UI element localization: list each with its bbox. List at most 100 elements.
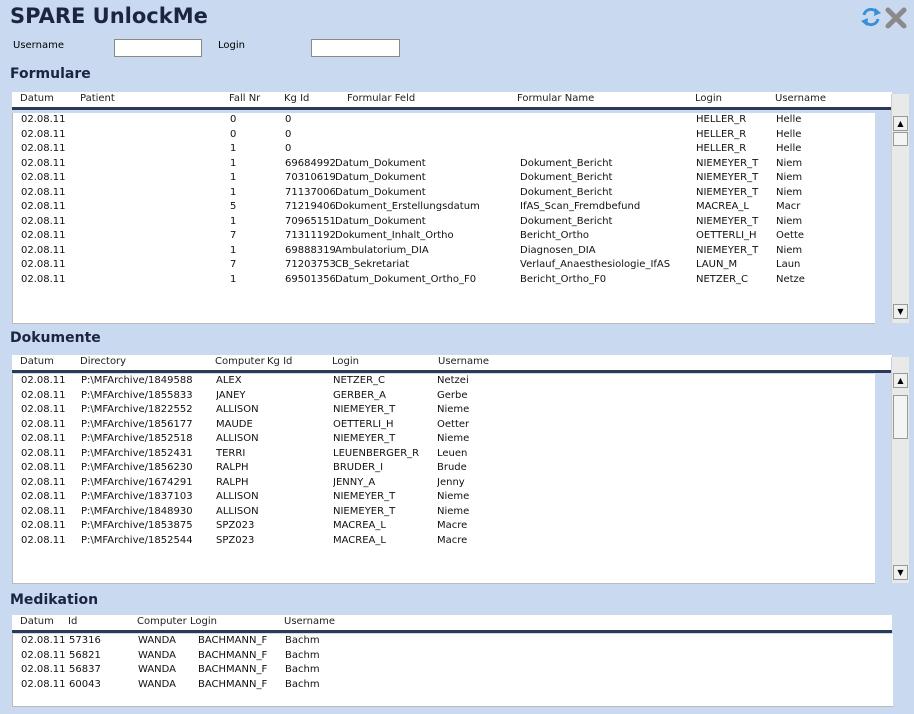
cell-formular-feld: Datum_Dokument_Ortho_F0 <box>335 273 477 285</box>
cell-computer: ALEX <box>216 375 242 386</box>
table-row[interactable]: 02.08.11 P:\MFArchive/1837103 ALLISON NIEME… <box>13 490 875 505</box>
cell-username: Bachm <box>285 664 320 675</box>
col-id[interactable]: Id <box>68 616 77 627</box>
table-row[interactable]: 02.08.11 P:\MFArchive/1852431 TERRI LEUENBE… <box>13 447 875 462</box>
col-patient[interactable]: Patient <box>80 93 115 104</box>
cell-username: Netze <box>776 273 805 285</box>
cell-username: Bachm <box>285 678 320 690</box>
col-username[interactable]: Username <box>775 93 826 104</box>
cell-computer: SPZ023 <box>216 520 255 531</box>
cell-username: Macre <box>437 534 468 546</box>
formulare-scrollbar[interactable]: ▲ ▼ <box>891 94 909 323</box>
col-datum[interactable]: Datum <box>20 616 54 627</box>
scroll-down-button[interactable]: ▼ <box>893 565 908 580</box>
col-datum[interactable]: Datum <box>20 356 54 367</box>
cell-fall-nr: 1 <box>230 186 237 198</box>
table-row[interactable]: 02.08.11 7 71311192 Dokument_Inhalt_Ortho Be… <box>13 229 875 244</box>
table-row[interactable]: 02.08.11 P:\MFArchive/1849588 ALEX NETZER_C… <box>13 374 875 389</box>
login-input[interactable] <box>311 39 400 57</box>
cell-login: NIEMEYER_T <box>333 491 396 502</box>
col-computer[interactable]: Computer <box>215 356 265 367</box>
cell-datum: 02.08.11 <box>21 418 66 430</box>
cell-kg-id: 0 <box>285 114 292 125</box>
table-row[interactable]: 02.08.11 P:\MFArchive/1856177 MAUDE OETTERL… <box>13 418 875 433</box>
table-row[interactable]: 02.08.11 57316 WANDA BACHMANN_F Bachm <box>13 634 893 649</box>
col-directory[interactable]: Directory <box>80 356 126 367</box>
col-username[interactable]: Username <box>284 616 335 627</box>
scroll-thumb[interactable] <box>893 395 908 439</box>
cell-formular-name: Dokument_Bericht <box>520 172 613 183</box>
table-row[interactable]: 02.08.11 P:\MFArchive/1856230 RALPH BRUDER_… <box>13 461 875 476</box>
cell-login: NIEMEYER_T <box>333 404 396 415</box>
table-row[interactable]: 02.08.11 7 71203753 CB_Sekretariat Verlauf_A… <box>13 258 875 273</box>
cell-fall-nr: 1 <box>230 157 237 169</box>
table-row[interactable]: 02.08.11 P:\MFArchive/1822552 ALLISON NIEME… <box>13 403 875 418</box>
table-row[interactable]: 02.08.11 56821 WANDA BACHMANN_F Bachm <box>13 649 893 664</box>
cell-login: HELLER_R <box>696 143 747 154</box>
table-row[interactable]: 02.08.11 1 70310619 Datum_Dokument Dokument_… <box>13 171 875 186</box>
cell-formular-feld: Dokument_Erstellungsdatum <box>335 201 480 212</box>
formulare-list[interactable]: 02.08.11 0 0 HELLER_R Helle 02.08.11 0 0 HELLER_… <box>12 113 875 324</box>
table-row[interactable]: 02.08.11 P:\MFArchive/1852544 SPZ023 MACREA… <box>13 534 875 549</box>
cell-username: Macr <box>776 201 801 212</box>
app-title: SPARE UnlockMe <box>10 4 208 28</box>
cell-datum: 02.08.11 <box>21 664 66 675</box>
scroll-up-button[interactable]: ▲ <box>893 373 908 388</box>
cell-formular-name: Bericht_Ortho <box>520 230 590 241</box>
table-row[interactable]: 02.08.11 60043 WANDA BACHMANN_F Bachm <box>13 678 893 693</box>
table-row[interactable]: 02.08.11 P:\MFArchive/1674291 RALPH JENNY_A… <box>13 476 875 491</box>
table-row[interactable]: 02.08.11 P:\MFArchive/1853875 SPZ023 MACREA… <box>13 519 875 534</box>
cell-login: MACREA_L <box>696 201 749 212</box>
col-login[interactable]: Login <box>695 93 722 104</box>
cell-datum: 02.08.11 <box>21 447 66 459</box>
cell-login: LEUENBERGER_R <box>333 447 420 459</box>
cell-login: NIEMEYER_T <box>333 433 396 444</box>
scroll-down-button[interactable]: ▼ <box>893 304 908 319</box>
table-row[interactable]: 02.08.11 1 71137006 Datum_Dokument Dokument_… <box>13 186 875 201</box>
col-formular-name[interactable]: Formular Name <box>517 93 594 104</box>
cell-kg-id: 69501356 <box>285 273 335 285</box>
table-row[interactable]: 02.08.11 1 69684992 Datum_Dokument Dokument_… <box>13 157 875 172</box>
close-icon[interactable] <box>884 6 908 30</box>
col-kg-id[interactable]: Kg Id <box>267 356 292 367</box>
cell-computer: ALLISON <box>216 491 259 502</box>
table-row[interactable]: 02.08.11 P:\MFArchive/1848930 ALLISON NIEME… <box>13 505 875 520</box>
col-computer[interactable]: Computer <box>137 616 187 627</box>
username-input[interactable] <box>114 39 202 57</box>
table-row[interactable]: 02.08.11 5 71219406 Dokument_Erstellungsdat… <box>13 200 875 215</box>
scroll-thumb[interactable] <box>893 132 908 146</box>
table-row[interactable]: 02.08.11 P:\MFArchive/1855833 JANEY GERBER_… <box>13 389 875 404</box>
table-row[interactable]: 02.08.11 0 0 HELLER_R Helle <box>13 113 875 128</box>
cell-kg-id: 71219406 <box>285 201 335 212</box>
dokumente-list[interactable]: 02.08.11 P:\MFArchive/1849588 ALEX NETZER_C… <box>12 374 875 584</box>
col-login[interactable]: Login <box>332 356 359 367</box>
col-fall-nr[interactable]: Fall Nr <box>229 93 260 104</box>
scroll-up-button[interactable]: ▲ <box>893 116 908 131</box>
table-row[interactable]: 02.08.11 0 0 HELLER_R Helle <box>13 128 875 143</box>
table-row[interactable]: 02.08.11 1 70965151 Datum_Dokument Dokument_… <box>13 215 875 230</box>
col-kg-id[interactable]: Kg Id <box>284 93 309 104</box>
cell-formular-name: Verlauf_Anaesthesiologie_IfAS <box>520 259 671 270</box>
cell-datum: 02.08.11 <box>21 635 66 646</box>
col-datum[interactable]: Datum <box>20 93 54 104</box>
medikation-list[interactable]: 02.08.11 57316 WANDA BACHMANN_F Bachm 02.08.1… <box>12 634 893 707</box>
table-row[interactable]: 02.08.11 56837 WANDA BACHMANN_F Bachm <box>13 663 893 678</box>
cell-directory: P:\MFArchive/1674291 <box>81 476 193 488</box>
cell-fall-nr: 1 <box>230 172 237 183</box>
cell-login: NIEMEYER_T <box>696 215 759 227</box>
table-row[interactable]: 02.08.11 1 69501356 Datum_Dokument_Ortho_F0… <box>13 273 875 288</box>
cell-id: 57316 <box>69 635 101 646</box>
col-login[interactable]: Login <box>190 616 217 627</box>
dokumente-scrollbar[interactable]: ▲ ▼ <box>891 357 909 583</box>
table-row[interactable]: 02.08.11 1 0 HELLER_R Helle <box>13 142 875 157</box>
cell-username: Bachm <box>285 649 320 661</box>
table-row[interactable]: 02.08.11 P:\MFArchive/1852518 ALLISON NIEME… <box>13 432 875 447</box>
table-row[interactable]: 02.08.11 1 69888319 Ambulatorium_DIA Diagnos… <box>13 244 875 259</box>
col-formular-feld[interactable]: Formular Feld <box>347 93 415 104</box>
cell-username: Jenny <box>437 476 465 488</box>
refresh-icon[interactable] <box>860 6 882 28</box>
cell-login: BACHMANN_F <box>198 664 268 675</box>
cell-login: BACHMANN_F <box>198 678 268 690</box>
cell-fall-nr: 1 <box>230 273 237 285</box>
col-username[interactable]: Username <box>438 356 489 367</box>
